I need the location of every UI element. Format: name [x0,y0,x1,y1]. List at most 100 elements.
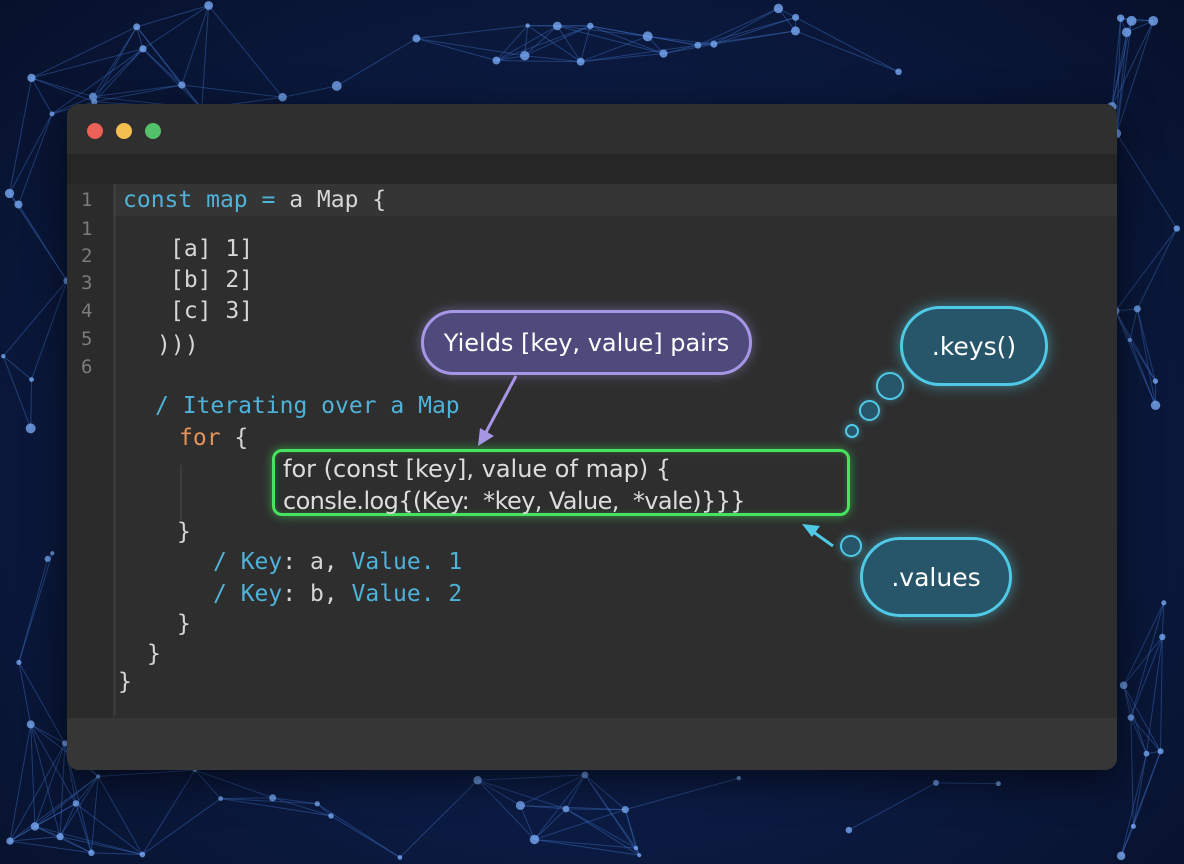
network-node [88,849,95,856]
network-link [1116,133,1178,229]
close-window-button[interactable] [87,123,103,139]
line-number: 1 [81,218,93,240]
network-link [534,808,567,840]
network-node [1173,225,1181,232]
network-node [552,21,562,31]
network-link [795,30,899,73]
minimize-window-button[interactable] [116,123,132,139]
network-node [139,45,147,53]
network-link [795,16,899,73]
network-link [584,774,640,856]
network-node [1133,305,1141,313]
network-link [30,379,33,429]
network-node [895,68,902,76]
keyword-const: const [123,187,193,213]
network-link [282,85,337,98]
network-node [1143,750,1150,757]
network-link [220,797,273,800]
network-node [30,822,40,831]
network-node [328,813,334,819]
network-node [50,551,55,556]
network-node [1127,714,1135,721]
network-link [580,35,648,63]
network-link [1129,308,1138,341]
network-node [525,23,530,28]
network-node [845,826,853,834]
network-link [1130,717,1147,754]
network-link [1160,636,1163,752]
network-node [204,1,213,10]
network-node [520,50,530,61]
map-entry: [c] 3] [170,298,254,324]
map-entry: [a] 1] [170,236,254,262]
network-link [580,53,664,63]
network-link [1115,310,1156,382]
network-link [936,782,999,785]
network-node [139,851,146,858]
thought-dot [845,424,859,438]
closing-brace: } [147,641,161,667]
keys-method-callout: .keys() [900,306,1048,386]
network-node [515,800,525,811]
network-link [31,280,68,380]
network-link [1136,228,1178,310]
closing-parens: ))) [157,332,199,358]
network-link [336,38,417,87]
network-link [34,825,143,855]
network-node [72,800,80,807]
network-link [142,5,209,50]
network-link [416,25,528,40]
highlight-line-for-of: for (const [key], value of map) { [283,455,672,483]
network-node [29,377,35,383]
network-link [590,25,664,55]
network-link [524,25,558,57]
network-node [473,776,482,785]
maximize-window-button[interactable] [145,123,161,139]
output-comment-line: / Key: b, Value. 2 [213,579,462,609]
output-comment-line: / Key: a, Value. 1 [213,547,462,577]
thought-dot [859,400,880,421]
network-link [1115,228,1178,312]
line-number: 2 [81,245,93,267]
line-number: 6 [81,356,93,378]
output-value-label: Value. 1 [351,549,463,575]
network-node [1159,633,1166,641]
network-link [1130,636,1163,718]
network-node [1148,15,1159,26]
comment-slash: / [213,581,241,607]
network-node [14,200,23,209]
identifier-map: map [206,187,248,213]
line-number-gutter: 1 1 2 3 4 5 6 [67,184,114,718]
network-node [1119,681,1128,690]
network-node [792,13,800,21]
output-value-label: Value. 2 [351,581,463,607]
network-link [181,5,210,86]
line-number: 1 [81,189,93,211]
for-brace: { [220,425,249,451]
network-node [587,22,594,30]
network-link [477,774,585,781]
network-node [25,423,36,434]
network-link [647,35,714,45]
network-node [562,805,570,813]
network-node [44,555,51,563]
network-link [92,84,182,98]
network-node [736,775,742,781]
network-node [1150,400,1161,411]
network-node [633,845,639,851]
network-link [142,798,221,855]
line-number: 3 [81,272,93,294]
code-line-const-map: const map = a Map { [123,185,386,215]
network-node [576,57,585,66]
network-link [565,774,586,810]
map-constructor-text: a Map { [275,187,387,213]
thought-dot [840,535,862,557]
highlighted-for-of-loop: for (const [key], value of map) { consle… [272,449,850,516]
line-number: 4 [81,300,93,322]
network-link [75,803,92,853]
network-node [1,354,6,359]
network-node [49,111,55,117]
network-link [477,779,521,806]
network-node [314,801,320,807]
network-node [412,34,421,43]
